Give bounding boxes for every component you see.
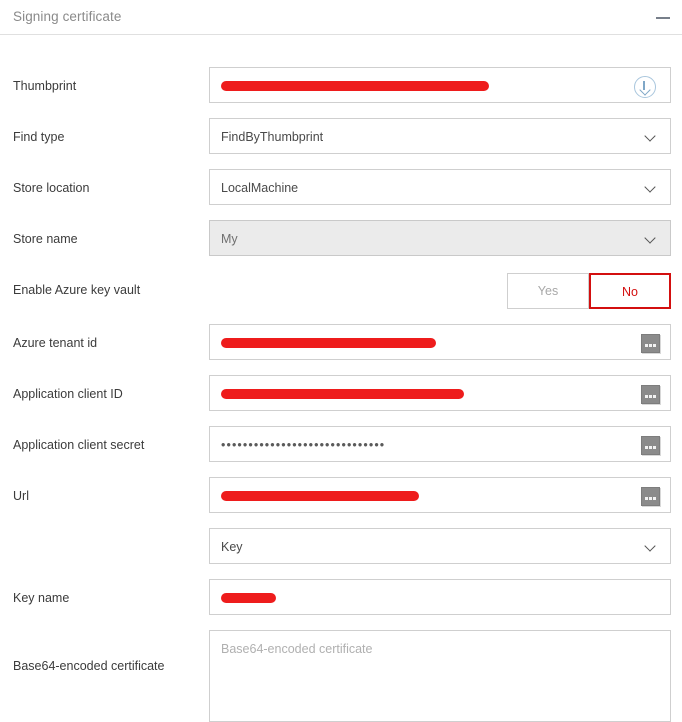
secret-kind-select[interactable]: Key bbox=[209, 528, 671, 564]
field-store-location: LocalMachine bbox=[209, 169, 671, 205]
label-key-name: Key name bbox=[13, 591, 70, 605]
base64-certificate-textarea[interactable]: Base64-encoded certificate bbox=[209, 630, 671, 722]
field-application-client-secret: •••••••••••••••••••••••••••••• bbox=[209, 426, 671, 462]
field-thumbprint bbox=[209, 67, 671, 103]
field-find-type: FindByThumbprint bbox=[209, 118, 671, 154]
minus-icon[interactable] bbox=[654, 9, 672, 25]
store-location-select[interactable]: LocalMachine bbox=[209, 169, 671, 205]
ellipsis-dot bbox=[649, 497, 652, 500]
label-azure-tenant-id: Azure tenant id bbox=[13, 336, 98, 350]
store-name-select[interactable]: My bbox=[209, 220, 671, 256]
ellipsis-dot bbox=[649, 344, 652, 347]
thumbprint-input[interactable] bbox=[209, 67, 671, 103]
minus-icon-bar bbox=[656, 17, 670, 19]
field-application-client-id bbox=[209, 375, 671, 411]
azure-tenant-id-input[interactable] bbox=[209, 324, 671, 360]
enable-azure-key-vault-toggle: Yes No bbox=[507, 273, 671, 309]
store-location-value: LocalMachine bbox=[221, 181, 299, 195]
secret-kind-value: Key bbox=[221, 540, 243, 554]
ellipsis-dot bbox=[653, 497, 656, 500]
url-input[interactable] bbox=[209, 477, 671, 513]
store-name-value: My bbox=[221, 232, 238, 246]
azure-tenant-id-redaction bbox=[221, 338, 436, 348]
key-name-input[interactable] bbox=[209, 579, 671, 615]
panel-header: Signing certificate bbox=[0, 0, 682, 35]
ellipsis-dot bbox=[653, 344, 656, 347]
label-application-client-id: Application client ID bbox=[13, 387, 123, 401]
ellipsis-dot bbox=[645, 446, 648, 449]
application-client-secret-input[interactable]: •••••••••••••••••••••••••••••• bbox=[209, 426, 671, 462]
chevron-down-icon bbox=[646, 132, 657, 143]
application-client-id-redaction bbox=[221, 389, 464, 399]
url-redaction bbox=[221, 491, 419, 501]
ellipsis-icon[interactable] bbox=[641, 487, 660, 506]
label-thumbprint: Thumbprint bbox=[13, 79, 77, 93]
chevron-down-icon bbox=[646, 542, 657, 553]
field-base64-certificate: Base64-encoded certificate bbox=[209, 630, 671, 722]
ellipsis-dot bbox=[653, 395, 656, 398]
find-type-value: FindByThumbprint bbox=[221, 130, 324, 144]
application-client-secret-value: •••••••••••••••••••••••••••••• bbox=[221, 438, 386, 452]
key-name-redaction bbox=[221, 593, 276, 603]
field-url bbox=[209, 477, 671, 513]
download-icon-head bbox=[638, 84, 651, 96]
field-store-name: My bbox=[209, 220, 671, 256]
field-secret-kind: Key bbox=[209, 528, 671, 564]
label-application-client-secret: Application client secret bbox=[13, 438, 145, 452]
ellipsis-icon[interactable] bbox=[641, 385, 660, 404]
label-store-location: Store location bbox=[13, 181, 90, 195]
toggle-option-no[interactable]: No bbox=[589, 273, 671, 309]
page-title: Signing certificate bbox=[13, 9, 122, 24]
ellipsis-dot bbox=[645, 395, 648, 398]
ellipsis-dot bbox=[645, 344, 648, 347]
chevron-down-icon bbox=[646, 183, 657, 194]
label-url: Url bbox=[13, 489, 29, 503]
label-enable-azure-key-vault: Enable Azure key vault bbox=[13, 283, 141, 297]
field-azure-tenant-id bbox=[209, 324, 671, 360]
ellipsis-dot bbox=[653, 446, 656, 449]
label-store-name: Store name bbox=[13, 232, 78, 246]
label-base64-certificate: Base64-encoded certificate bbox=[13, 659, 165, 673]
field-key-name bbox=[209, 579, 671, 615]
ellipsis-icon[interactable] bbox=[641, 334, 660, 353]
ellipsis-dot bbox=[649, 446, 652, 449]
application-client-id-input[interactable] bbox=[209, 375, 671, 411]
find-type-select[interactable]: FindByThumbprint bbox=[209, 118, 671, 154]
ellipsis-dot bbox=[649, 395, 652, 398]
label-find-type: Find type bbox=[13, 130, 65, 144]
ellipsis-icon[interactable] bbox=[641, 436, 660, 455]
chevron-down-icon bbox=[646, 234, 657, 245]
base64-certificate-placeholder: Base64-encoded certificate bbox=[221, 642, 373, 656]
toggle-option-yes[interactable]: Yes bbox=[507, 273, 589, 309]
download-circle-icon[interactable] bbox=[634, 76, 656, 98]
thumbprint-redaction bbox=[221, 81, 489, 91]
ellipsis-dot bbox=[645, 497, 648, 500]
